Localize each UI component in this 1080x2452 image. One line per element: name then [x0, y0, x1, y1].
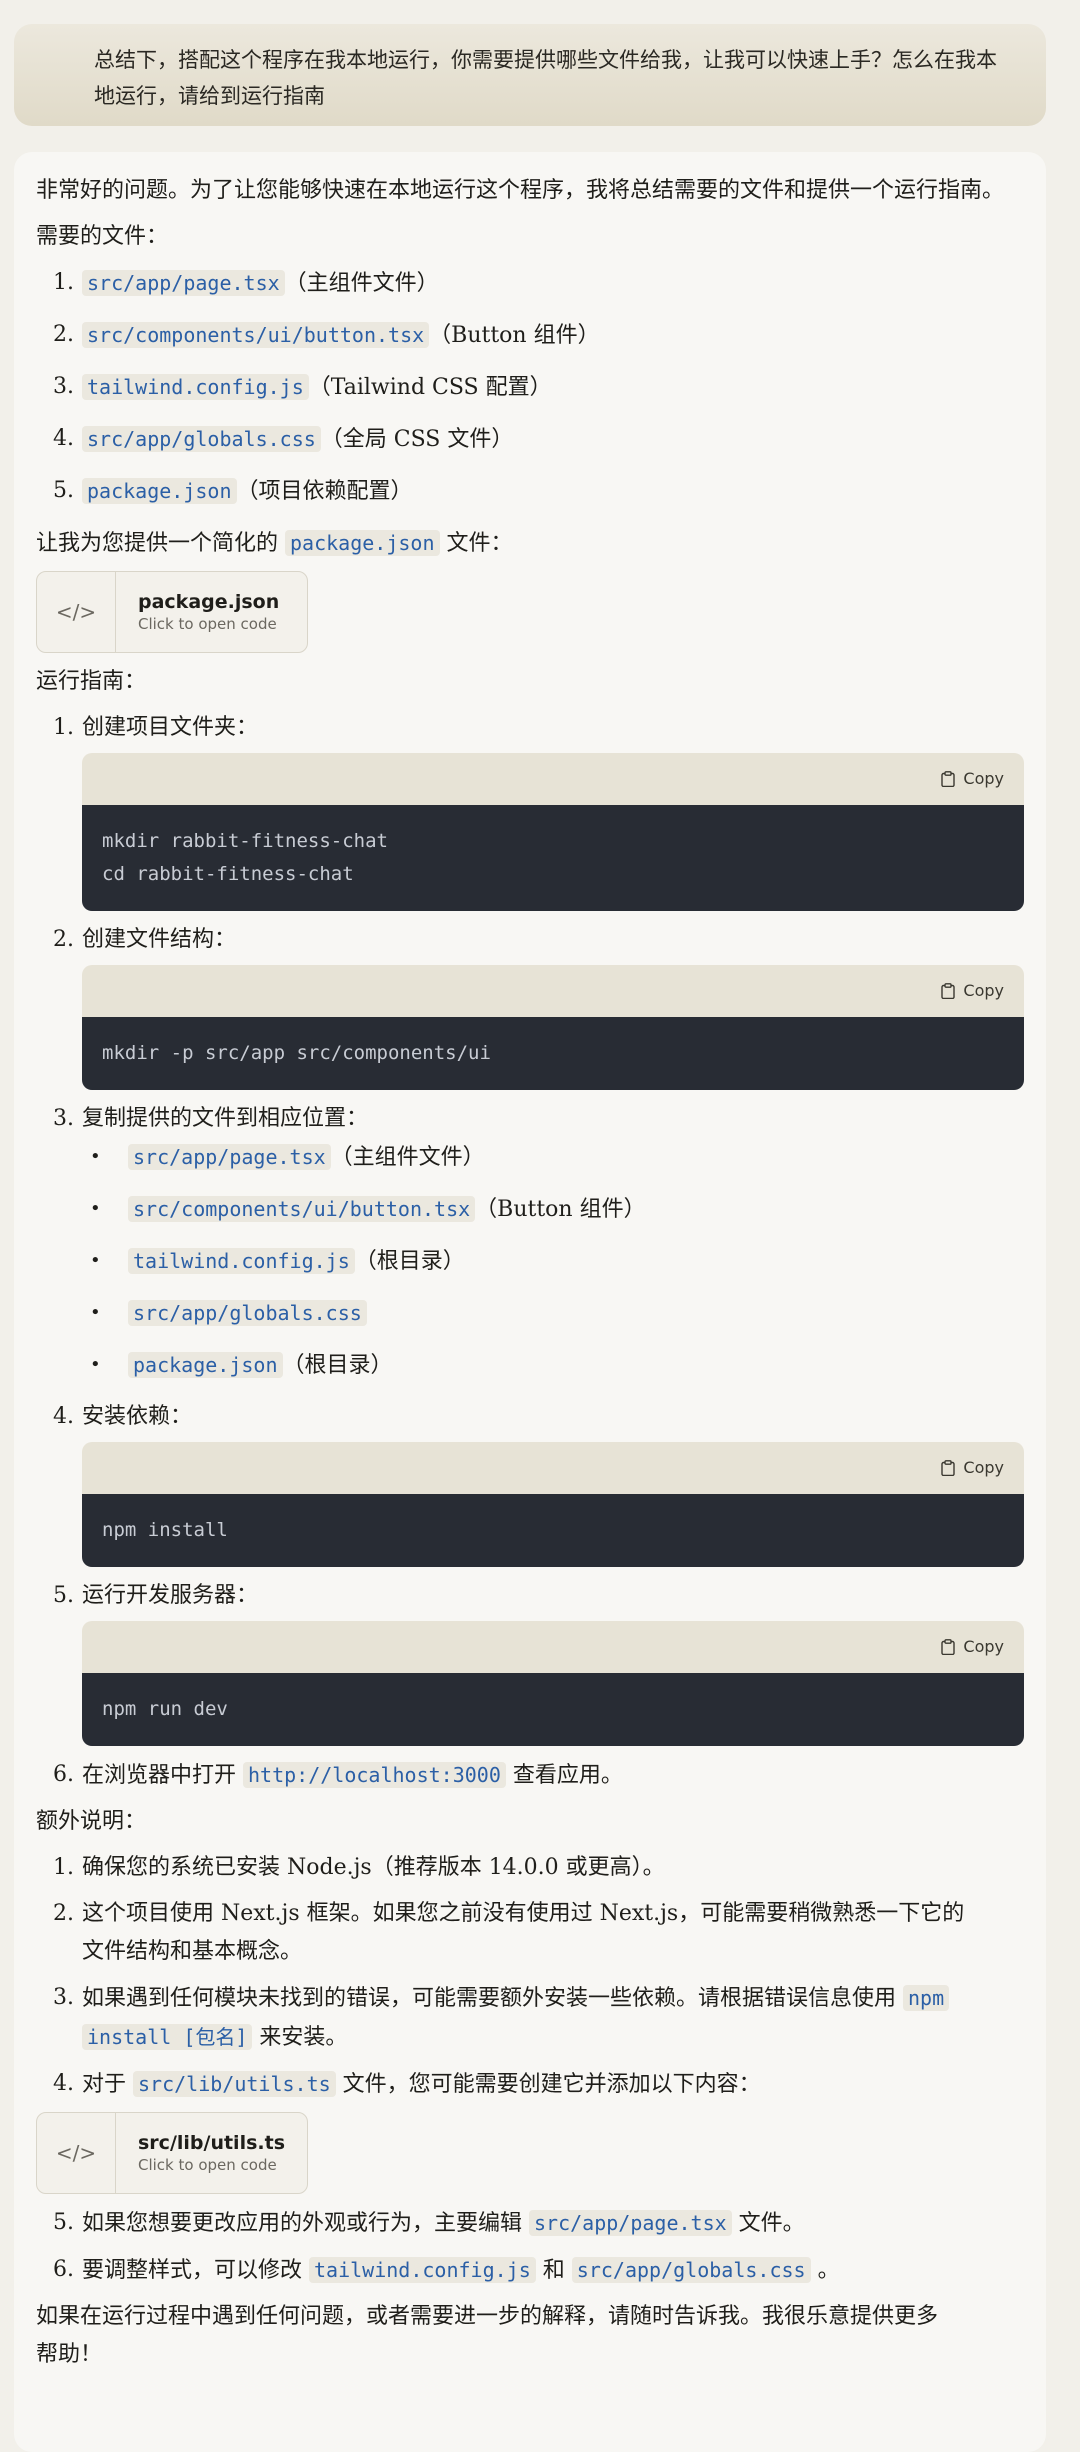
list-item: 3. tailwind.config.js （Tailwind CSS 配置）	[53, 374, 552, 400]
inline-code: src/lib/utils.ts	[133, 2071, 336, 2097]
bullet-icon: •	[90, 1198, 101, 1219]
list-item: 5. 如果您想要更改应用的外观或行为，主要编辑 src/app/page.tsx…	[53, 2210, 805, 2236]
step3-sublist: • src/app/page.tsx （主组件文件） • src/components/…	[36, 1138, 1024, 1385]
list-item: 2. 这个项目使用 Next.js 框架。如果您之前没有使用过 Next.js，…	[53, 1901, 965, 1964]
inline-code: src/components/ui/button.tsx	[128, 1196, 476, 1222]
localhost-link: http://localhost:3000	[243, 1762, 506, 1788]
list-item: 2. src/components/ui/button.tsx （Button 组件…	[53, 322, 600, 348]
list-item: 6. 要调整样式，可以修改 tailwind.config.js 和 src/a…	[53, 2257, 840, 2283]
bullet-icon: •	[90, 1354, 101, 1375]
code-block: Copy npm install	[82, 1442, 1024, 1567]
code-icon: </>	[37, 572, 116, 652]
copy-button[interactable]: Copy	[941, 979, 1004, 1003]
files-heading: 需要的文件：	[36, 224, 169, 249]
clipboard-icon	[941, 1460, 956, 1476]
inline-code: npm	[903, 1985, 950, 2011]
code-block: Copy mkdir -p src/app src/components/ui	[82, 965, 1024, 1090]
list-item: • src/app/page.tsx （主组件文件）	[36, 1138, 1024, 1177]
list-item: 5. package.json （项目依赖配置）	[53, 478, 413, 504]
code-line: npm run dev	[102, 1698, 228, 1720]
code-block: Copy mkdir rabbit-fitness-chat cd rabbit…	[82, 753, 1024, 911]
list-item: 4. src/app/globals.css （全局 CSS 文件）	[53, 426, 514, 452]
list-item: 1. 确保您的系统已安装 Node.js（推荐版本 14.0.0 或更高）。	[53, 1855, 665, 1880]
clipboard-icon	[941, 1639, 956, 1655]
list-item: 5. 运行开发服务器：	[53, 1583, 259, 1608]
artifact-card-utils-ts[interactable]: </> src/lib/utils.ts Click to open code	[36, 2112, 308, 2194]
code-line: mkdir rabbit-fitness-chat	[102, 830, 388, 852]
reply-intro: 非常好的问题。为了让您能够快速在本地运行这个程序，我将总结需要的文件和提供一个运…	[36, 178, 1005, 203]
artifact-subtitle: Click to open code	[138, 2156, 277, 2174]
list-item: 6. 在浏览器中打开 http://localhost:3000 查看应用。	[53, 1762, 623, 1788]
inline-code: src/app/page.tsx	[82, 270, 285, 296]
inline-code: tailwind.config.js	[82, 374, 309, 400]
user-message-text: 总结下，搭配这个程序在我本地运行，你需要提供哪些文件给我，让我可以快速上手？怎么…	[94, 48, 997, 108]
inline-code: src/app/page.tsx	[128, 1144, 331, 1170]
inline-code: src/app/globals.css	[128, 1300, 367, 1326]
inline-code: package.json	[128, 1352, 283, 1378]
code-line: cd rabbit-fitness-chat	[102, 863, 354, 885]
inline-code: src/app/globals.css	[82, 426, 321, 452]
list-item: • package.json （根目录）	[36, 1346, 1024, 1385]
inline-code: src/app/globals.css	[571, 2257, 811, 2283]
list-item: • tailwind.config.js （根目录）	[36, 1242, 1024, 1281]
list-item: 1. src/app/page.tsx （主组件文件）	[53, 270, 439, 296]
code-line: mkdir -p src/app src/components/ui	[102, 1042, 491, 1064]
list-item: 3. 复制提供的文件到相应位置：	[53, 1106, 369, 1131]
code-block: Copy npm run dev	[82, 1621, 1024, 1746]
list-item: 3. 如果遇到任何模块未找到的错误，可能需要额外安装一些依赖。请根据错误信息使用…	[36, 1979, 1024, 2057]
inline-code: src/components/ui/button.tsx	[82, 322, 430, 348]
list-item: 2. 创建文件结构：	[53, 927, 237, 952]
inline-code: package.json	[285, 530, 440, 556]
clipboard-icon	[941, 771, 956, 787]
code-line: npm install	[102, 1519, 228, 1541]
inline-code: src/app/page.tsx	[529, 2210, 732, 2236]
list-item: 4. 安装依赖：	[53, 1404, 193, 1429]
inline-code: install [包名]	[82, 2024, 253, 2050]
notes-heading: 额外说明：	[36, 1809, 147, 1834]
artifact-subtitle: Click to open code	[138, 615, 277, 633]
bullet-icon: •	[90, 1302, 101, 1323]
inline-code: tailwind.config.js	[128, 1248, 355, 1274]
clipboard-icon	[941, 983, 956, 999]
artifact-card-package-json[interactable]: </> package.json Click to open code	[36, 571, 308, 653]
inline-code: package.json	[82, 478, 237, 504]
code-icon: </>	[37, 2113, 116, 2193]
list-item: • src/app/globals.css	[36, 1294, 1024, 1333]
artifact-title: src/lib/utils.ts	[138, 2132, 285, 2154]
bullet-icon: •	[90, 1250, 101, 1271]
artifact-title: package.json	[138, 591, 280, 613]
list-item: 4. 对于 src/lib/utils.ts 文件，您可能需要创建它并添加以下内…	[53, 2071, 761, 2097]
bullet-icon: •	[90, 1146, 101, 1167]
list-item: • src/components/ui/button.tsx （Button 组件）	[36, 1190, 1024, 1229]
files-list: 1. src/app/page.tsx （主组件文件） 2. src/component…	[36, 264, 1024, 511]
list-item: 1. 创建项目文件夹：	[53, 715, 259, 740]
pkg-sentence: 让我为您提供一个简化的 package.json 文件：	[36, 530, 513, 556]
assistant-reply: 非常好的问题。为了让您能够快速在本地运行这个程序，我将总结需要的文件和提供一个运…	[14, 152, 1046, 2452]
user-message: 总结下，搭配这个程序在我本地运行，你需要提供哪些文件给我，让我可以快速上手？怎么…	[14, 24, 1046, 126]
guide-heading: 运行指南：	[36, 669, 147, 694]
copy-button[interactable]: Copy	[941, 1456, 1004, 1480]
copy-button[interactable]: Copy	[941, 767, 1004, 791]
reply-outro: 如果在运行过程中遇到任何问题，或者需要进一步的解释，请随时告诉我。我很乐意提供更…	[36, 2304, 939, 2367]
inline-code: tailwind.config.js	[309, 2257, 536, 2283]
copy-button[interactable]: Copy	[941, 1635, 1004, 1659]
